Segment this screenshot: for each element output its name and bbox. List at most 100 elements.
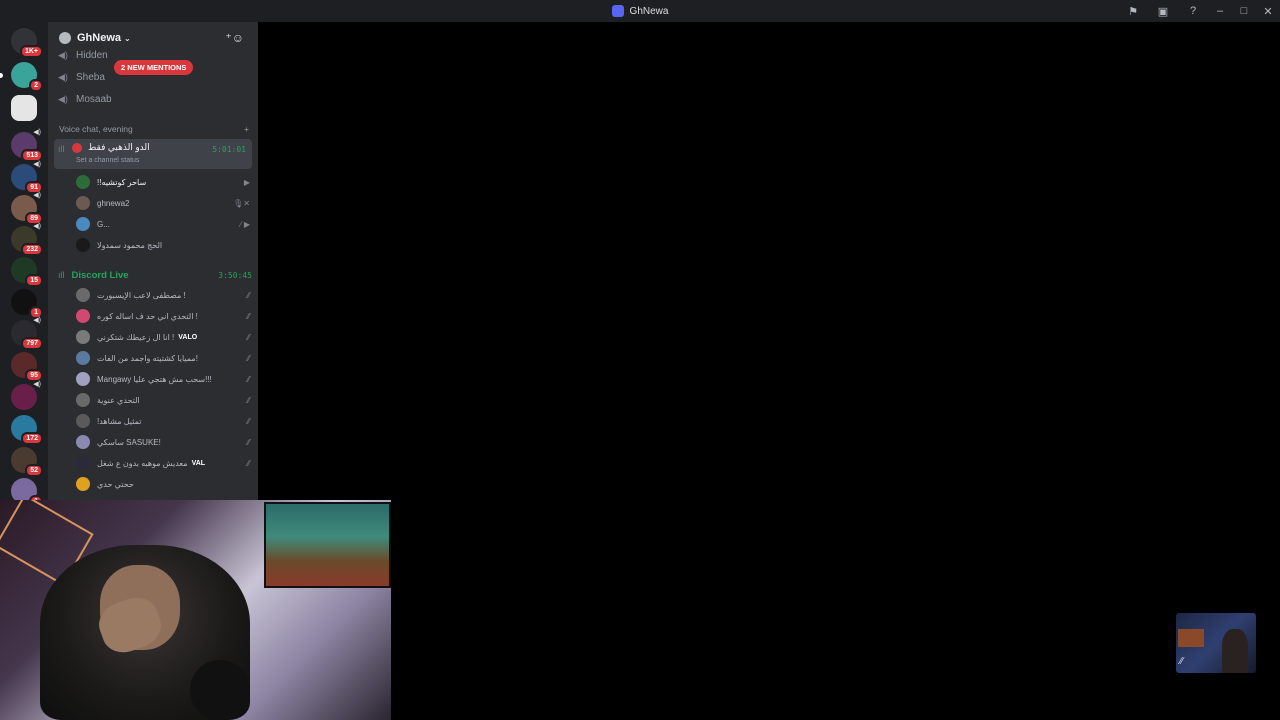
avatar <box>76 196 90 210</box>
server-icon[interactable]: 1 <box>11 289 43 319</box>
app-icon <box>611 5 624 17</box>
server-badge: 1K+ <box>19 45 43 58</box>
channel-panel: GhNewa ⌄ ⁺☺ ◀) Hidden ◀) Sheba 2 NEW MEN… <box>48 22 258 500</box>
voice-member[interactable]: G... ⁄ ▶ <box>76 215 252 233</box>
add-channel-icon[interactable]: + <box>244 124 249 134</box>
live-voice-channel[interactable]: ıll Discord Live 3:50:45 <box>58 267 252 283</box>
voice-member[interactable]: التحدي اني حد ف اساله كوره ! ⁄⁄ <box>76 307 252 325</box>
voice-member[interactable]: ghnewa2 🎙✕ <box>76 194 252 212</box>
avatar <box>76 175 90 189</box>
member-name: الحج محمود سمدولا <box>97 240 163 250</box>
server-badge: 797 <box>21 337 43 350</box>
microphone <box>190 660 250 720</box>
guild-name: GhNewa <box>77 32 122 44</box>
mute-icon: ⁄⁄ <box>247 332 250 342</box>
inbox-flag-icon[interactable]: ⚑ <box>1118 0 1148 22</box>
voice-member[interactable]: ساسكي SASUKE! ⁄⁄ <box>76 433 252 451</box>
mute-icon: ⁄⁄ <box>247 395 250 405</box>
voice-member[interactable]: مميايا كشتيته واجمد من الفات! ⁄⁄ <box>76 349 252 367</box>
invite-icon[interactable]: ⁺☺ <box>225 31 244 45</box>
member-name: ساسكي SASUKE! <box>97 437 161 447</box>
server-icon[interactable]: ◀) 513 <box>11 129 43 162</box>
member-name: ححتي حدي <box>97 479 134 489</box>
voice-member[interactable]: ححتي حدي <box>76 475 252 493</box>
home-button[interactable]: 1K+ <box>11 28 43 58</box>
server-icon[interactable]: ◀) 91 <box>11 161 43 194</box>
window-title: GhNewa <box>629 5 669 17</box>
server-icon[interactable]: 95 <box>11 352 43 382</box>
server-icon[interactable]: ◀) <box>11 381 41 410</box>
speaker-icon: ◀) <box>58 49 68 60</box>
mute-icon: ⁄⁄ <box>247 311 250 321</box>
member-name: معديش موهبه بدون ع شغل <box>97 458 188 468</box>
mute-icon: ⁄⁄ <box>247 290 250 300</box>
category-header[interactable]: Voice chat, evening + <box>59 124 249 134</box>
member-tag: VAL <box>191 459 206 467</box>
speaker-icon: ◀) <box>58 71 68 82</box>
voice-member[interactable]: مصطفى لاعب الإيسبورت ! ⁄⁄ <box>76 286 252 304</box>
member-name: !تمثيل مشاهد <box>97 416 142 426</box>
avatar <box>76 309 90 323</box>
mute-icon: ⁄⁄ <box>247 416 250 426</box>
voice-member[interactable]: !تمثيل مشاهد ⁄⁄ <box>76 412 252 430</box>
voice-member[interactable]: Mangawy سحب مش هتجي عليا!!! ⁄⁄ <box>76 370 252 388</box>
video-icon: ▶ <box>243 177 250 187</box>
channel-status-prompt[interactable]: Set a channel status <box>76 157 139 164</box>
avatar <box>76 351 90 365</box>
help-icon[interactable]: ? <box>1178 0 1208 22</box>
member-name: التحدي اني حد ف اساله كوره ! <box>97 311 198 321</box>
server-icon[interactable]: 15 <box>11 257 43 287</box>
category-label: Voice chat, evening <box>59 124 133 134</box>
mute-icon: ⁄⁄ <box>247 458 250 468</box>
server-icon[interactable]: 172 <box>11 415 43 445</box>
channel-name: Sheba <box>76 71 105 83</box>
avatar <box>76 288 90 302</box>
maximize-button[interactable]: □ <box>1232 0 1256 22</box>
video-pip[interactable]: ⁄⁄ <box>1176 613 1256 673</box>
server-icon[interactable]: ◀) 89 <box>11 192 43 225</box>
member-name: التحدي عنوية <box>97 395 140 405</box>
avatar <box>76 372 90 386</box>
voice-member[interactable]: انا ال زعيطك شتكرني ! VALO ⁄⁄ <box>76 328 252 346</box>
server-icon[interactable]: 2 <box>0 62 43 92</box>
server-badge: 172 <box>21 432 43 445</box>
pip-tv <box>1178 629 1204 647</box>
server-badge: 232 <box>21 243 43 256</box>
server-icon[interactable]: ◀) 232 <box>11 223 43 256</box>
mute-icon: ⁄⁄ <box>247 437 250 447</box>
close-button[interactable]: ✕ <box>1256 0 1280 22</box>
mute-icon: ⁄⁄ <box>247 374 250 384</box>
mute-icon: ⁄⁄ <box>247 353 250 363</box>
channel-name: Hidden <box>76 49 108 61</box>
voice-member[interactable]: الحج محمود سمدولا <box>76 236 252 254</box>
server-icon[interactable]: ◀) 797 <box>11 317 43 350</box>
avatar <box>76 414 90 428</box>
member-name: ghnewa2 <box>97 198 130 208</box>
member-name: G... <box>97 219 110 229</box>
server-icon[interactable]: 52 <box>11 447 43 477</box>
voice-activity-icon: ıll <box>58 270 65 280</box>
member-name: انا ال زعيطك شتكرني ! <box>97 332 175 342</box>
server-badge: 15 <box>25 274 43 287</box>
voice-member[interactable]: معديش موهبه بدون ع شغل VAL ⁄⁄ <box>76 454 252 472</box>
voice-member[interactable]: التحدي عنوية ⁄⁄ <box>76 391 252 409</box>
new-mentions-pill[interactable]: 2 NEW MENTIONS <box>114 60 194 75</box>
channel-name: Mosaab <box>76 93 112 105</box>
server-badge: 2 <box>29 79 43 92</box>
avatar <box>76 435 90 449</box>
webcam-overlay <box>0 500 391 720</box>
mute-video-icon: ⁄ ▶ <box>240 219 250 229</box>
voice-timer: 3:50:45 <box>218 270 252 280</box>
minimize-button[interactable]: – <box>1208 0 1232 22</box>
voice-channel-name: الدو الذهبي فقط <box>72 142 150 153</box>
server-icon[interactable] <box>11 95 37 121</box>
member-name: Mangawy سحب مش هتجي عليا!!! <box>97 374 212 384</box>
screen-share-icon[interactable]: ▣ <box>1148 0 1178 22</box>
voice-activity-icon: ıll <box>58 144 65 154</box>
active-voice-channel[interactable]: ıll الدو الذهبي فقط 5:01:01 Set a channe… <box>54 139 252 169</box>
speaker-icon: ◀) <box>33 223 41 230</box>
voice-channel[interactable]: ◀) Mosaab <box>58 90 248 108</box>
speaker-icon: ◀) <box>33 317 41 324</box>
status-dot <box>72 142 82 153</box>
voice-member[interactable]: !!ساحر كوتشيه ▶ <box>76 173 252 191</box>
